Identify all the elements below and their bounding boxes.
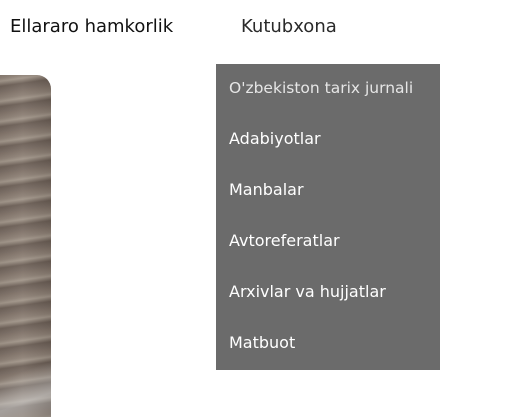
page: Ellararo hamkorlik Kutubxona O'zbekiston… [0,0,526,417]
menu-item-history-journal[interactable]: O'zbekiston tarix jurnali [229,79,413,97]
nav-item-international-cooperation[interactable]: Ellararo hamkorlik [10,16,173,37]
menu-item-sources[interactable]: Manbalar [229,180,304,199]
hero-image [0,75,51,417]
nav-item-library[interactable]: Kutubxona [241,16,337,37]
hero-image-sheen [0,75,51,417]
library-dropdown-menu: O'zbekiston tarix jurnali Adabiyotlar Ma… [216,64,440,370]
menu-item-literature[interactable]: Adabiyotlar [229,129,321,148]
menu-item-abstracts[interactable]: Avtoreferatlar [229,231,340,250]
menu-item-press[interactable]: Matbuot [229,333,295,352]
menu-item-archives-documents[interactable]: Arxivlar va hujjatlar [229,282,386,301]
